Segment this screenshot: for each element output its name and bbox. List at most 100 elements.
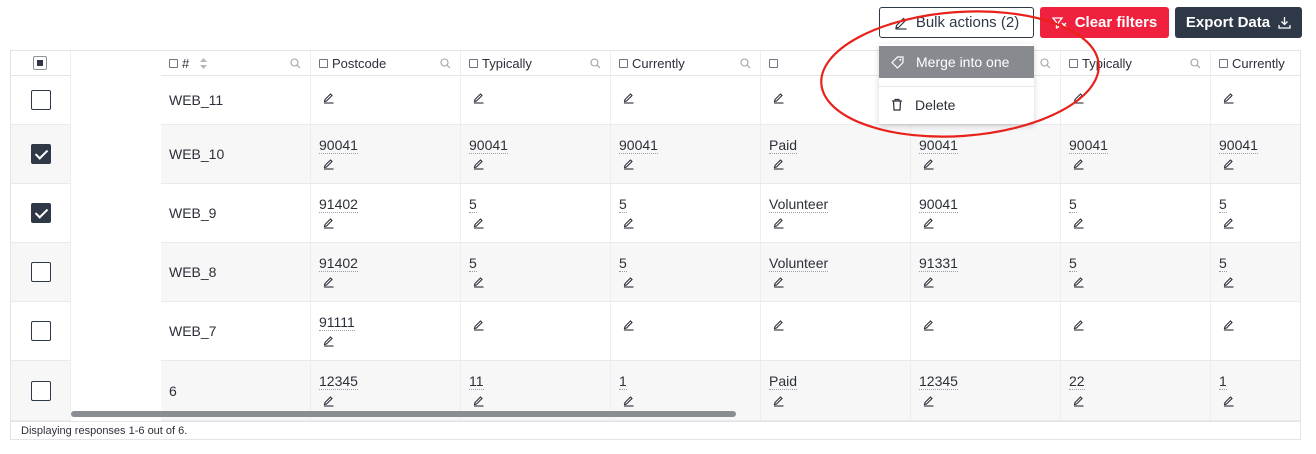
- table-row: WEB_9 91402 5 5 Volunteer 90041 5 5: [11, 184, 1300, 243]
- search-icon[interactable]: [740, 58, 751, 69]
- edit-icon[interactable]: [1073, 276, 1085, 288]
- edit-icon[interactable]: [923, 395, 935, 407]
- cell-value: 90041: [1219, 137, 1258, 154]
- column-header[interactable]: Typically: [1061, 51, 1211, 75]
- edit-icon[interactable]: [473, 319, 485, 331]
- edit-icon[interactable]: [1223, 158, 1235, 170]
- edit-icon[interactable]: [1223, 92, 1235, 104]
- cell-value: Paid: [769, 137, 798, 154]
- table-cell: 90041: [311, 125, 461, 183]
- search-icon[interactable]: [1190, 58, 1201, 69]
- table-cell: 91402: [311, 243, 461, 301]
- select-all-checkbox[interactable]: [33, 56, 47, 70]
- cell-value: 91402: [319, 196, 358, 213]
- table-row: WEB_11: [11, 75, 1300, 125]
- edit-icon[interactable]: [623, 319, 635, 331]
- cell-value: 5: [1069, 196, 1077, 213]
- export-data-button[interactable]: Export Data: [1175, 7, 1302, 38]
- table-row: WEB_8 91402 5 5 Volunteer 91331 5 5: [11, 243, 1300, 302]
- edit-icon[interactable]: [1073, 92, 1085, 104]
- edit-icon[interactable]: [323, 92, 335, 104]
- column-type-icon: [169, 58, 178, 68]
- edit-icon[interactable]: [323, 158, 335, 170]
- merge-into-one-menu-item[interactable]: Merge into one: [879, 46, 1034, 78]
- edit-icon[interactable]: [623, 217, 635, 229]
- edit-icon[interactable]: [323, 395, 335, 407]
- edit-icon[interactable]: [923, 319, 935, 331]
- delete-menu-item[interactable]: Delete: [879, 86, 1034, 122]
- edit-icon[interactable]: [323, 217, 335, 229]
- row-checkbox[interactable]: [31, 380, 51, 401]
- table-cell: 90041: [611, 125, 761, 183]
- column-type-icon: [1069, 58, 1078, 68]
- table-cell: 5: [1061, 184, 1211, 242]
- cell-value: 90041: [1069, 137, 1108, 154]
- table-cell: 22: [1061, 361, 1211, 420]
- column-header[interactable]: Typically: [461, 51, 611, 75]
- column-header[interactable]: Postcode: [311, 51, 461, 75]
- bulk-actions-button[interactable]: Bulk actions (2): [879, 7, 1034, 38]
- edit-icon[interactable]: [1223, 319, 1235, 331]
- edit-icon[interactable]: [473, 92, 485, 104]
- table-cell: Paid: [761, 361, 911, 420]
- edit-icon[interactable]: [1223, 395, 1235, 407]
- sort-icon[interactable]: [199, 57, 208, 70]
- search-icon[interactable]: [1040, 58, 1051, 69]
- column-header-label: #: [182, 55, 190, 71]
- download-icon: [1278, 17, 1291, 29]
- edit-icon[interactable]: [623, 395, 635, 407]
- edit-icon[interactable]: [473, 395, 485, 407]
- search-icon[interactable]: [590, 58, 601, 69]
- edit-icon[interactable]: [1223, 217, 1235, 229]
- cell-value: Volunteer: [769, 255, 829, 272]
- cell-value: 22: [1069, 373, 1085, 390]
- row-checkbox[interactable]: [31, 321, 51, 341]
- edit-icon[interactable]: [473, 276, 485, 288]
- edit-icon[interactable]: [623, 92, 635, 104]
- edit-icon[interactable]: [323, 276, 335, 288]
- edit-icon[interactable]: [923, 217, 935, 229]
- edit-icon[interactable]: [773, 92, 785, 104]
- table-header: # Postcode Typically Currently Typically Curr…: [11, 51, 1300, 76]
- edit-icon[interactable]: [923, 276, 935, 288]
- edit-icon[interactable]: [473, 217, 485, 229]
- edit-icon[interactable]: [773, 217, 785, 229]
- edit-icon[interactable]: [1073, 395, 1085, 407]
- edit-icon[interactable]: [1073, 158, 1085, 170]
- table-cell: Volunteer: [761, 184, 911, 242]
- row-select-cell: [11, 243, 71, 301]
- merge-label: Merge into one: [916, 54, 1010, 70]
- row-checkbox[interactable]: [31, 144, 51, 164]
- clear-filters-button[interactable]: Clear filters: [1040, 7, 1169, 38]
- table-cell: 5: [611, 184, 761, 242]
- edit-icon[interactable]: [923, 158, 935, 170]
- edit-icon[interactable]: [773, 395, 785, 407]
- row-checkbox[interactable]: [31, 89, 51, 110]
- edit-icon[interactable]: [623, 276, 635, 288]
- edit-icon[interactable]: [773, 319, 785, 331]
- response-id-cell: WEB_10: [161, 125, 311, 183]
- edit-icon[interactable]: [623, 158, 635, 170]
- column-header[interactable]: Currently: [611, 51, 761, 75]
- search-icon[interactable]: [290, 58, 301, 69]
- column-header[interactable]: #: [161, 51, 311, 75]
- edit-icon[interactable]: [1223, 276, 1235, 288]
- edit-icon[interactable]: [323, 335, 335, 347]
- table-cell: [461, 75, 611, 124]
- tag-icon: [891, 55, 904, 69]
- pencil-icon: [895, 17, 907, 30]
- column-header[interactable]: Currently: [1211, 51, 1300, 75]
- search-icon[interactable]: [440, 58, 451, 69]
- row-checkbox[interactable]: [31, 203, 51, 223]
- edit-icon[interactable]: [1073, 217, 1085, 229]
- edit-icon[interactable]: [473, 158, 485, 170]
- row-checkbox[interactable]: [31, 262, 51, 282]
- column-header-label: Postcode: [332, 55, 387, 71]
- edit-icon[interactable]: [773, 158, 785, 170]
- edit-icon[interactable]: [773, 276, 785, 288]
- table-cell: 90041: [911, 184, 1061, 242]
- edit-icon[interactable]: [1073, 319, 1085, 331]
- table-row: WEB_10 90041 90041 90041 Paid 90041 90041 90041: [11, 125, 1300, 184]
- cell-value: 91111: [319, 314, 355, 331]
- horizontal-scrollbar[interactable]: [71, 411, 736, 417]
